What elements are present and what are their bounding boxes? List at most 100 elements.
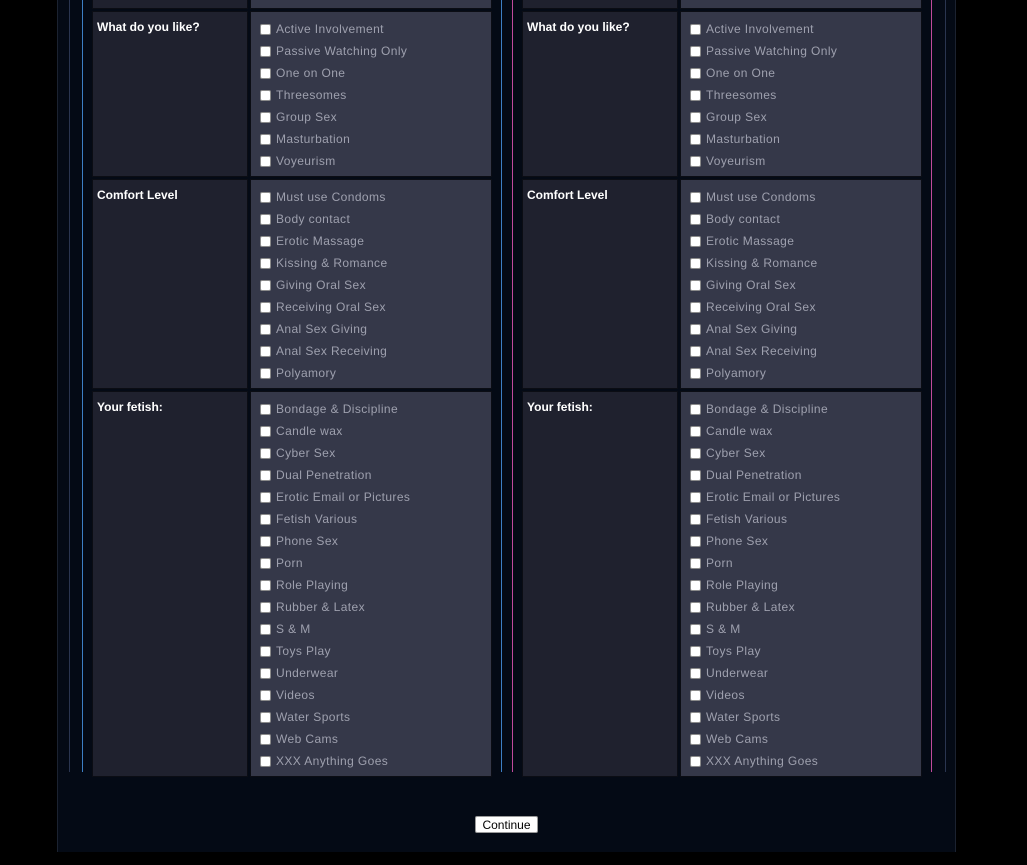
- checkbox[interactable]: [690, 45, 701, 57]
- checkbox[interactable]: [260, 111, 271, 123]
- option-item[interactable]: Water Sports: [690, 706, 921, 728]
- option-item[interactable]: Kissing & Romance: [260, 252, 491, 274]
- option-item[interactable]: Polyamory: [260, 362, 491, 384]
- option-item[interactable]: Rubber & Latex: [260, 596, 491, 618]
- option-item[interactable]: Videos: [260, 684, 491, 706]
- checkbox[interactable]: [690, 447, 701, 459]
- option-item[interactable]: Polyamory: [690, 362, 921, 384]
- checkbox[interactable]: [260, 67, 271, 79]
- option-item[interactable]: Underwear: [260, 662, 491, 684]
- option-item[interactable]: Rubber & Latex: [690, 596, 921, 618]
- option-item[interactable]: Kissing & Romance: [690, 252, 921, 274]
- continue-button[interactable]: Continue: [475, 816, 538, 833]
- option-item[interactable]: Body contact: [690, 208, 921, 230]
- option-item[interactable]: Active Involvement: [260, 18, 491, 40]
- checkbox[interactable]: [260, 345, 271, 357]
- checkbox[interactable]: [690, 513, 701, 525]
- checkbox[interactable]: [690, 191, 701, 203]
- option-item[interactable]: Anal Sex Giving: [260, 318, 491, 340]
- checkbox[interactable]: [260, 667, 271, 679]
- checkbox[interactable]: [690, 645, 701, 657]
- option-item[interactable]: Bondage & Discipline: [690, 398, 921, 420]
- checkbox[interactable]: [260, 579, 271, 591]
- checkbox[interactable]: [690, 491, 701, 503]
- option-item[interactable]: XXX Anything Goes: [260, 750, 491, 772]
- checkbox[interactable]: [690, 367, 701, 379]
- checkbox[interactable]: [260, 733, 271, 745]
- option-item[interactable]: Dual Penetration: [260, 464, 491, 486]
- checkbox[interactable]: [260, 133, 271, 145]
- option-item[interactable]: Erotic Massage: [690, 230, 921, 252]
- checkbox[interactable]: [260, 491, 271, 503]
- checkbox[interactable]: [260, 623, 271, 635]
- option-item[interactable]: Porn: [260, 552, 491, 574]
- option-item[interactable]: Fetish Various: [260, 508, 491, 530]
- option-item[interactable]: Must use Condoms: [260, 186, 491, 208]
- checkbox[interactable]: [690, 279, 701, 291]
- checkbox[interactable]: [690, 601, 701, 613]
- checkbox[interactable]: [260, 235, 271, 247]
- option-item[interactable]: Toys Play: [690, 640, 921, 662]
- option-item[interactable]: Anal Sex Giving: [690, 318, 921, 340]
- checkbox[interactable]: [690, 623, 701, 635]
- option-item[interactable]: Anal Sex Receiving: [260, 340, 491, 362]
- option-item[interactable]: Masturbation: [690, 128, 921, 150]
- option-item[interactable]: Receiving Oral Sex: [690, 296, 921, 318]
- option-item[interactable]: Phone Sex: [690, 530, 921, 552]
- checkbox[interactable]: [690, 67, 701, 79]
- checkbox[interactable]: [690, 733, 701, 745]
- option-item[interactable]: Phone Sex: [260, 530, 491, 552]
- checkbox[interactable]: [690, 689, 701, 701]
- option-item[interactable]: Masturbation: [260, 128, 491, 150]
- option-item[interactable]: Porn: [690, 552, 921, 574]
- checkbox[interactable]: [260, 755, 271, 767]
- option-item[interactable]: Must use Condoms: [690, 186, 921, 208]
- checkbox[interactable]: [690, 89, 701, 101]
- option-item[interactable]: Body contact: [260, 208, 491, 230]
- option-item[interactable]: Bondage & Discipline: [260, 398, 491, 420]
- option-item[interactable]: Web Cams: [260, 728, 491, 750]
- option-item[interactable]: Giving Oral Sex: [260, 274, 491, 296]
- checkbox[interactable]: [260, 213, 271, 225]
- option-item[interactable]: Candle wax: [260, 420, 491, 442]
- checkbox[interactable]: [690, 425, 701, 437]
- checkbox[interactable]: [260, 191, 271, 203]
- option-item[interactable]: Cyber Sex: [690, 442, 921, 464]
- option-item[interactable]: Underwear: [690, 662, 921, 684]
- option-item[interactable]: Giving Oral Sex: [690, 274, 921, 296]
- option-item[interactable]: Erotic Email or Pictures: [260, 486, 491, 508]
- checkbox[interactable]: [690, 133, 701, 145]
- option-item[interactable]: Passive Watching Only: [260, 40, 491, 62]
- option-item[interactable]: Passive Watching Only: [690, 40, 921, 62]
- option-item[interactable]: Receiving Oral Sex: [260, 296, 491, 318]
- option-item[interactable]: Cyber Sex: [260, 442, 491, 464]
- checkbox[interactable]: [260, 535, 271, 547]
- option-item[interactable]: Water Sports: [260, 706, 491, 728]
- checkbox[interactable]: [260, 689, 271, 701]
- checkbox[interactable]: [260, 425, 271, 437]
- option-item[interactable]: Group Sex: [690, 106, 921, 128]
- option-item[interactable]: One on One: [260, 62, 491, 84]
- option-item[interactable]: Group Sex: [260, 106, 491, 128]
- option-item[interactable]: Role Playing: [690, 574, 921, 596]
- checkbox[interactable]: [690, 755, 701, 767]
- option-item[interactable]: Web Cams: [690, 728, 921, 750]
- checkbox[interactable]: [260, 279, 271, 291]
- option-item[interactable]: Dual Penetration: [690, 464, 921, 486]
- checkbox[interactable]: [690, 403, 701, 415]
- checkbox[interactable]: [690, 23, 701, 35]
- checkbox[interactable]: [690, 579, 701, 591]
- checkbox[interactable]: [260, 89, 271, 101]
- checkbox[interactable]: [690, 257, 701, 269]
- checkbox[interactable]: [260, 367, 271, 379]
- checkbox[interactable]: [260, 513, 271, 525]
- checkbox[interactable]: [690, 535, 701, 547]
- checkbox[interactable]: [260, 469, 271, 481]
- checkbox[interactable]: [690, 155, 701, 167]
- option-item[interactable]: Candle wax: [690, 420, 921, 442]
- checkbox[interactable]: [690, 301, 701, 313]
- option-item[interactable]: S & M: [690, 618, 921, 640]
- checkbox[interactable]: [260, 645, 271, 657]
- option-item[interactable]: Voyeurism: [690, 150, 921, 172]
- checkbox[interactable]: [690, 345, 701, 357]
